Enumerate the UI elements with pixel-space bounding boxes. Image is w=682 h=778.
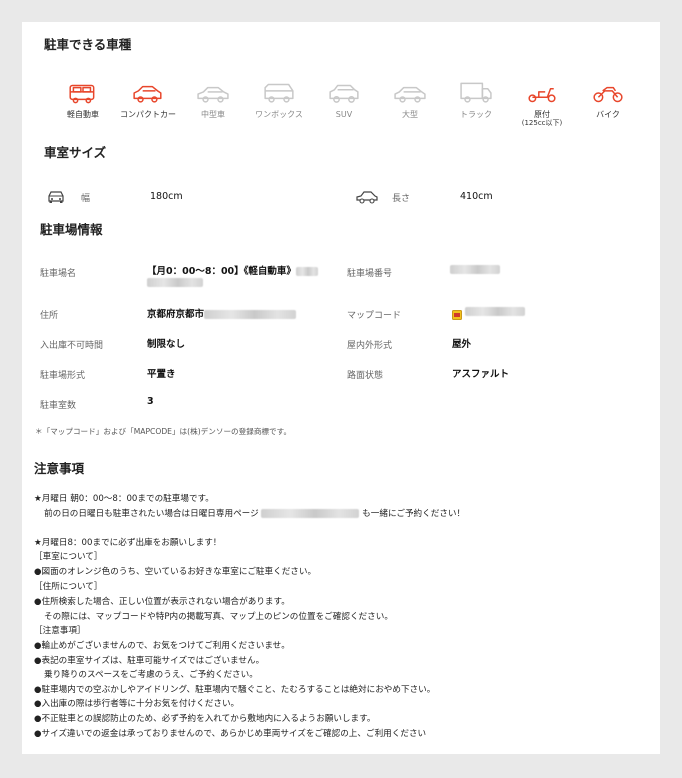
- entry-exit-time-value: 制限なし: [147, 339, 186, 350]
- lot-type-value: 平置き: [147, 369, 176, 380]
- notice-line: ★月曜日 朝0：00〜8：00までの駐車場です。: [34, 494, 214, 504]
- vehicle-type-sublabel: (125cc以下): [521, 119, 563, 127]
- vehicle-type-label: 大型: [402, 110, 418, 119]
- vehicle-type-label: SUV: [335, 110, 353, 119]
- redacted-text: [204, 310, 297, 319]
- minivan-icon: [264, 83, 294, 103]
- notice-line: ●図面のオレンジ色のうち、空いているお好きな車室にご駐車ください。: [34, 567, 317, 577]
- redacted-text: [147, 278, 203, 287]
- notice-line: ●サイズ違いでの返金は承っておりませんので、あらかじめ車両サイズをご確認の上、ご…: [34, 729, 427, 739]
- vehicle-type-item: 原付 (125cc以下): [512, 82, 572, 127]
- vehicle-type-item: ワンボックス: [249, 82, 309, 119]
- car-front-icon: [46, 189, 66, 208]
- suv-icon: [329, 84, 359, 103]
- notices-title: 注意事項: [34, 461, 85, 476]
- space-count-value: 3: [147, 396, 154, 407]
- mapcode-trademark-note: ＊「マップコード」および「MAPCODE」は(株)デンソーの登録商標です。: [35, 427, 292, 436]
- vehicle-type-label: ワンボックス: [255, 110, 303, 119]
- vehicle-type-item: コンパクトカー: [118, 82, 178, 119]
- vehicle-type-item: SUV: [314, 82, 374, 119]
- notice-text: 前の日の日曜日も駐車されたい場合は日曜日専用ページ: [44, 509, 259, 519]
- length-label: 長さ: [392, 194, 411, 204]
- lot-name-text: 【月0：00〜8：00】《軽自動車》: [147, 266, 296, 277]
- space-count-label: 駐車室数: [40, 401, 77, 411]
- notice-line: 乗り降りのスペースをご考慮のうえ、ご予約ください。: [44, 670, 258, 680]
- parking-detail-card: 駐車できる車種 軽自動車 コンパクトカー 中型車 ワンボックス SUV 大型 トラック 原付(…: [22, 22, 660, 754]
- indoor-outdoor-value: 屋外: [452, 339, 472, 350]
- truck-icon: [460, 82, 492, 103]
- compact-car-icon: [133, 85, 162, 103]
- mapcode-value: [465, 306, 525, 317]
- vehicle-type-label: トラック: [460, 110, 492, 119]
- lot-name-value: 【月0：00〜8：00】《軽自動車》: [147, 263, 318, 277]
- surface-label: 路面状態: [347, 371, 384, 381]
- notice-line: ●駐車場内での空ぶかしやアイドリング、駐車場内で騒ぐこと、たむろすることは絶対に…: [34, 685, 436, 695]
- vehicle-type-item: 中型車: [183, 82, 243, 119]
- vehicle-type-label: 軽自動車: [67, 110, 99, 119]
- notice-line: ●表記の車室サイズは、駐車可能サイズではございません。: [34, 656, 265, 666]
- address-text: 京都府京都市: [147, 309, 205, 320]
- vehicle-type-item: バイク: [578, 82, 638, 119]
- redacted-text: [450, 265, 500, 274]
- address-label: 住所: [40, 311, 59, 321]
- mid-size-car-icon: [197, 86, 229, 103]
- mapcode-badge-icon: [452, 305, 462, 324]
- motorcycle-icon: [593, 86, 623, 103]
- lot-number-value: [450, 264, 500, 275]
- indoor-outdoor-label: 屋内外形式: [347, 341, 393, 351]
- notice-line: ［住所について］: [34, 582, 103, 592]
- vehicle-type-item: 軽自動車: [53, 82, 113, 119]
- vehicle-type-label: コンパクトカー: [120, 110, 176, 119]
- redacted-link: [261, 509, 360, 518]
- notice-line: ［注意事項］: [34, 626, 86, 636]
- entry-exit-time-label: 入出庫不可時間: [40, 341, 104, 351]
- lot-type-label: 駐車場形式: [40, 371, 86, 381]
- lot-name-continued: [147, 277, 203, 288]
- lot-number-label: 駐車場番号: [347, 269, 393, 279]
- vehicle-type-item: トラック: [446, 82, 506, 119]
- notice-line: ●入出庫の際は歩行者等に十分お気を付けください。: [34, 699, 240, 709]
- vehicle-types-title: 駐車できる車種: [44, 37, 132, 52]
- vehicle-type-label: バイク: [596, 110, 620, 119]
- room-size-title: 車室サイズ: [44, 145, 107, 160]
- notice-line: ★月曜日8：00までに必ず出庫をお願いします！: [34, 538, 222, 548]
- surface-value: アスファルト: [452, 369, 510, 380]
- notice-line: ●不正駐車との誤認防止のため、必ず予約を入れてから敷地内に入るようお願いします。: [34, 714, 376, 724]
- vehicle-type-item: 大型: [380, 82, 440, 119]
- lot-info-title: 駐車場情報: [40, 222, 103, 237]
- scooter-icon: [528, 87, 556, 103]
- redacted-text: [465, 307, 525, 316]
- notice-line: 前の日の日曜日も駐車されたい場合は日曜日専用ページ も一緒にご予約ください！: [44, 508, 465, 520]
- width-value: 180cm: [150, 191, 183, 202]
- redacted-text: [295, 267, 318, 276]
- address-value: 京都府京都市: [147, 306, 297, 320]
- length-value: 410cm: [460, 191, 493, 202]
- vehicle-type-label: 中型車: [201, 110, 225, 119]
- large-car-icon: [394, 86, 426, 103]
- notice-line: ［車室について］: [34, 552, 103, 562]
- lot-name-label: 駐車場名: [40, 269, 77, 279]
- notice-text: も一緒にご予約ください！: [362, 509, 466, 519]
- kei-car-icon: [69, 84, 95, 104]
- width-label: 幅: [81, 194, 91, 204]
- notice-line: ●住所検索した場合、正しい位置が表示されない場合があります。: [34, 597, 290, 607]
- notice-line: その際には、マップコードや特P内の掲載写真、マップ上のピンの位置をご確認ください…: [44, 612, 393, 622]
- vehicle-type-label: 原付: [534, 110, 550, 119]
- notice-line: ●輪止めがございませんので、お気をつけてご利用くださいませ。: [34, 641, 290, 651]
- mapcode-label: マップコード: [347, 311, 402, 321]
- car-side-icon: [356, 189, 378, 208]
